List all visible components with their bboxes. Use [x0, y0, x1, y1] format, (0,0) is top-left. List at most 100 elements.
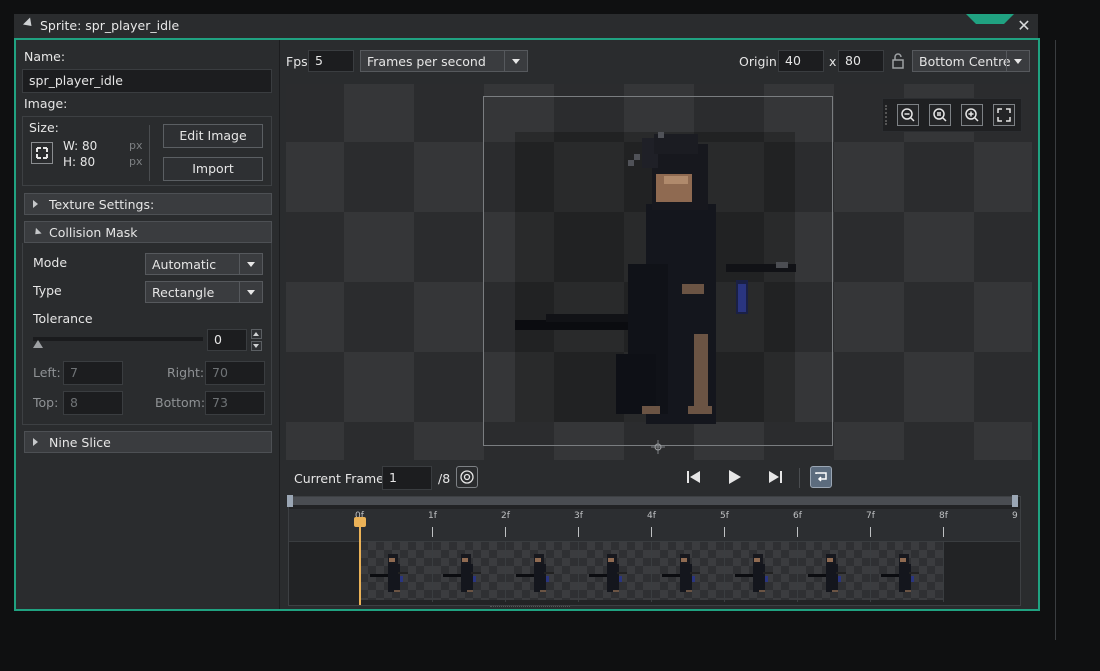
chevron-down-icon — [239, 282, 262, 302]
fit-screen-icon[interactable] — [993, 104, 1015, 126]
loop-icon[interactable] — [810, 466, 832, 488]
spin-up-icon[interactable] — [251, 329, 262, 339]
frame-thumbnail[interactable] — [871, 542, 944, 602]
divider — [799, 468, 800, 488]
type-dropdown[interactable]: Rectangle — [145, 281, 263, 303]
chevron-down-icon — [504, 51, 527, 71]
playback-controls: Current Frame: 1 /8 — [280, 460, 1039, 496]
tick-label: 2f — [501, 511, 510, 521]
sprite-editor-window: Name: spr_player_idle Image: Size: W: 80… — [14, 38, 1040, 611]
frame-thumbnail[interactable] — [652, 542, 725, 602]
frame-thumbnail[interactable] — [798, 542, 871, 602]
bottom-input[interactable]: 73 — [205, 391, 265, 415]
frame-thumbnail[interactable] — [433, 542, 506, 602]
chevron-down-icon — [1006, 51, 1029, 71]
size-label: Size: — [29, 120, 59, 135]
sprite-image — [515, 132, 796, 424]
import-button[interactable]: Import — [163, 157, 263, 181]
window-titlebar[interactable]: Sprite: spr_player_idle ✕ — [14, 14, 1038, 39]
origin-marker-icon[interactable] — [651, 440, 665, 454]
window-title: Sprite: spr_player_idle — [40, 18, 180, 33]
nine-slice-section[interactable]: Nine Slice — [24, 431, 272, 453]
expand-icon — [33, 200, 38, 208]
origin-mode-dropdown[interactable]: Bottom Centre — [912, 50, 1030, 72]
image-label: Image: — [24, 96, 68, 111]
name-label: Name: — [24, 49, 66, 64]
onion-skin-icon[interactable] — [456, 466, 478, 488]
tolerance-slider-thumb[interactable] — [33, 340, 43, 348]
fps-label: Fps — [286, 54, 308, 69]
type-label: Type — [33, 283, 62, 298]
tick-label: 8f — [939, 511, 948, 521]
origin-x-input[interactable]: 40 — [778, 50, 824, 72]
close-icon[interactable]: ✕ — [1014, 16, 1034, 36]
spin-down-icon[interactable] — [251, 341, 262, 351]
titlebar-accent — [966, 14, 1014, 24]
origin-separator: x — [829, 54, 837, 69]
fps-mode-dropdown[interactable]: Frames per second — [360, 50, 528, 72]
divider — [149, 125, 150, 181]
left-input[interactable]: 7 — [63, 361, 123, 385]
current-frame-label: Current Frame: — [294, 471, 389, 486]
tolerance-slider-track[interactable] — [33, 337, 203, 341]
zoom-toolbar — [882, 98, 1022, 132]
edit-image-button[interactable]: Edit Image — [163, 124, 263, 148]
tick-label: 4f — [647, 511, 656, 521]
mode-label: Mode — [33, 255, 68, 270]
dropdown-value: Rectangle — [152, 285, 215, 300]
section-title: Texture Settings: — [49, 197, 155, 212]
sprite-properties-panel: Name: spr_player_idle Image: Size: W: 80… — [16, 40, 278, 609]
chevron-down-icon — [239, 254, 262, 274]
expand-icon — [33, 438, 38, 446]
timeline-scrollbar[interactable] — [287, 495, 1018, 507]
origin-label: Origin — [739, 54, 777, 69]
resize-icon[interactable] — [31, 142, 53, 164]
lock-icon[interactable] — [890, 52, 906, 70]
zoom-reset-icon[interactable] — [929, 104, 951, 126]
collision-mask-section[interactable]: Collision Mask — [24, 221, 272, 243]
frame-thumbnail[interactable] — [725, 542, 798, 602]
tolerance-input[interactable]: 0 — [207, 329, 247, 351]
zoom-in-icon[interactable] — [961, 104, 983, 126]
tolerance-label: Tolerance — [33, 311, 93, 326]
toolbar-grip-icon[interactable] — [885, 105, 891, 125]
frame-thumbnail[interactable] — [506, 542, 579, 602]
collapse-icon — [32, 227, 42, 238]
origin-y-input[interactable]: 80 — [838, 50, 884, 72]
sprite-canvas[interactable] — [286, 84, 1032, 460]
resize-grip-icon[interactable] — [490, 606, 570, 610]
frame-timeline[interactable]: 0f 1f 2f 3f 4f 5f 6f 7f 8f 9 — [287, 495, 1021, 606]
sprite-preview-panel: Fps 5 Frames per second Origin 40 x 80 B… — [279, 40, 1039, 609]
top-input[interactable]: 8 — [63, 391, 123, 415]
dropdown-value: Bottom Centre — [919, 54, 1011, 69]
skip-forward-icon[interactable] — [764, 466, 786, 488]
px-unit: px — [129, 155, 143, 168]
collapse-icon[interactable] — [22, 17, 36, 30]
frame-thumbnail[interactable] — [360, 542, 433, 602]
tick-label: 5f — [720, 511, 729, 521]
name-input[interactable]: spr_player_idle — [22, 69, 272, 93]
right-input[interactable]: 70 — [205, 361, 265, 385]
px-unit: px — [129, 139, 143, 152]
section-title: Nine Slice — [49, 435, 111, 450]
tick-label: 7f — [866, 511, 875, 521]
left-label: Left: — [33, 365, 61, 380]
section-title: Collision Mask — [49, 225, 138, 240]
tick-label: 3f — [574, 511, 583, 521]
playhead[interactable] — [359, 517, 361, 605]
playhead-handle[interactable] — [354, 517, 366, 527]
frame-ruler[interactable]: 0f 1f 2f 3f 4f 5f 6f 7f 8f 9 — [289, 509, 1020, 542]
fps-input[interactable]: 5 — [308, 50, 354, 72]
current-frame-input[interactable]: 1 — [382, 466, 432, 490]
texture-settings-section[interactable]: Texture Settings: — [24, 193, 272, 215]
skip-back-icon[interactable] — [683, 466, 705, 488]
height-value: H: 80 — [63, 155, 96, 169]
tick-label: 6f — [793, 511, 802, 521]
mode-dropdown[interactable]: Automatic — [145, 253, 263, 275]
zoom-out-icon[interactable] — [897, 104, 919, 126]
tick-label: 1f — [428, 511, 437, 521]
play-icon[interactable] — [723, 466, 745, 488]
background-divider — [1055, 40, 1056, 640]
frame-thumbnail[interactable] — [579, 542, 652, 602]
right-label: Right: — [167, 365, 205, 380]
